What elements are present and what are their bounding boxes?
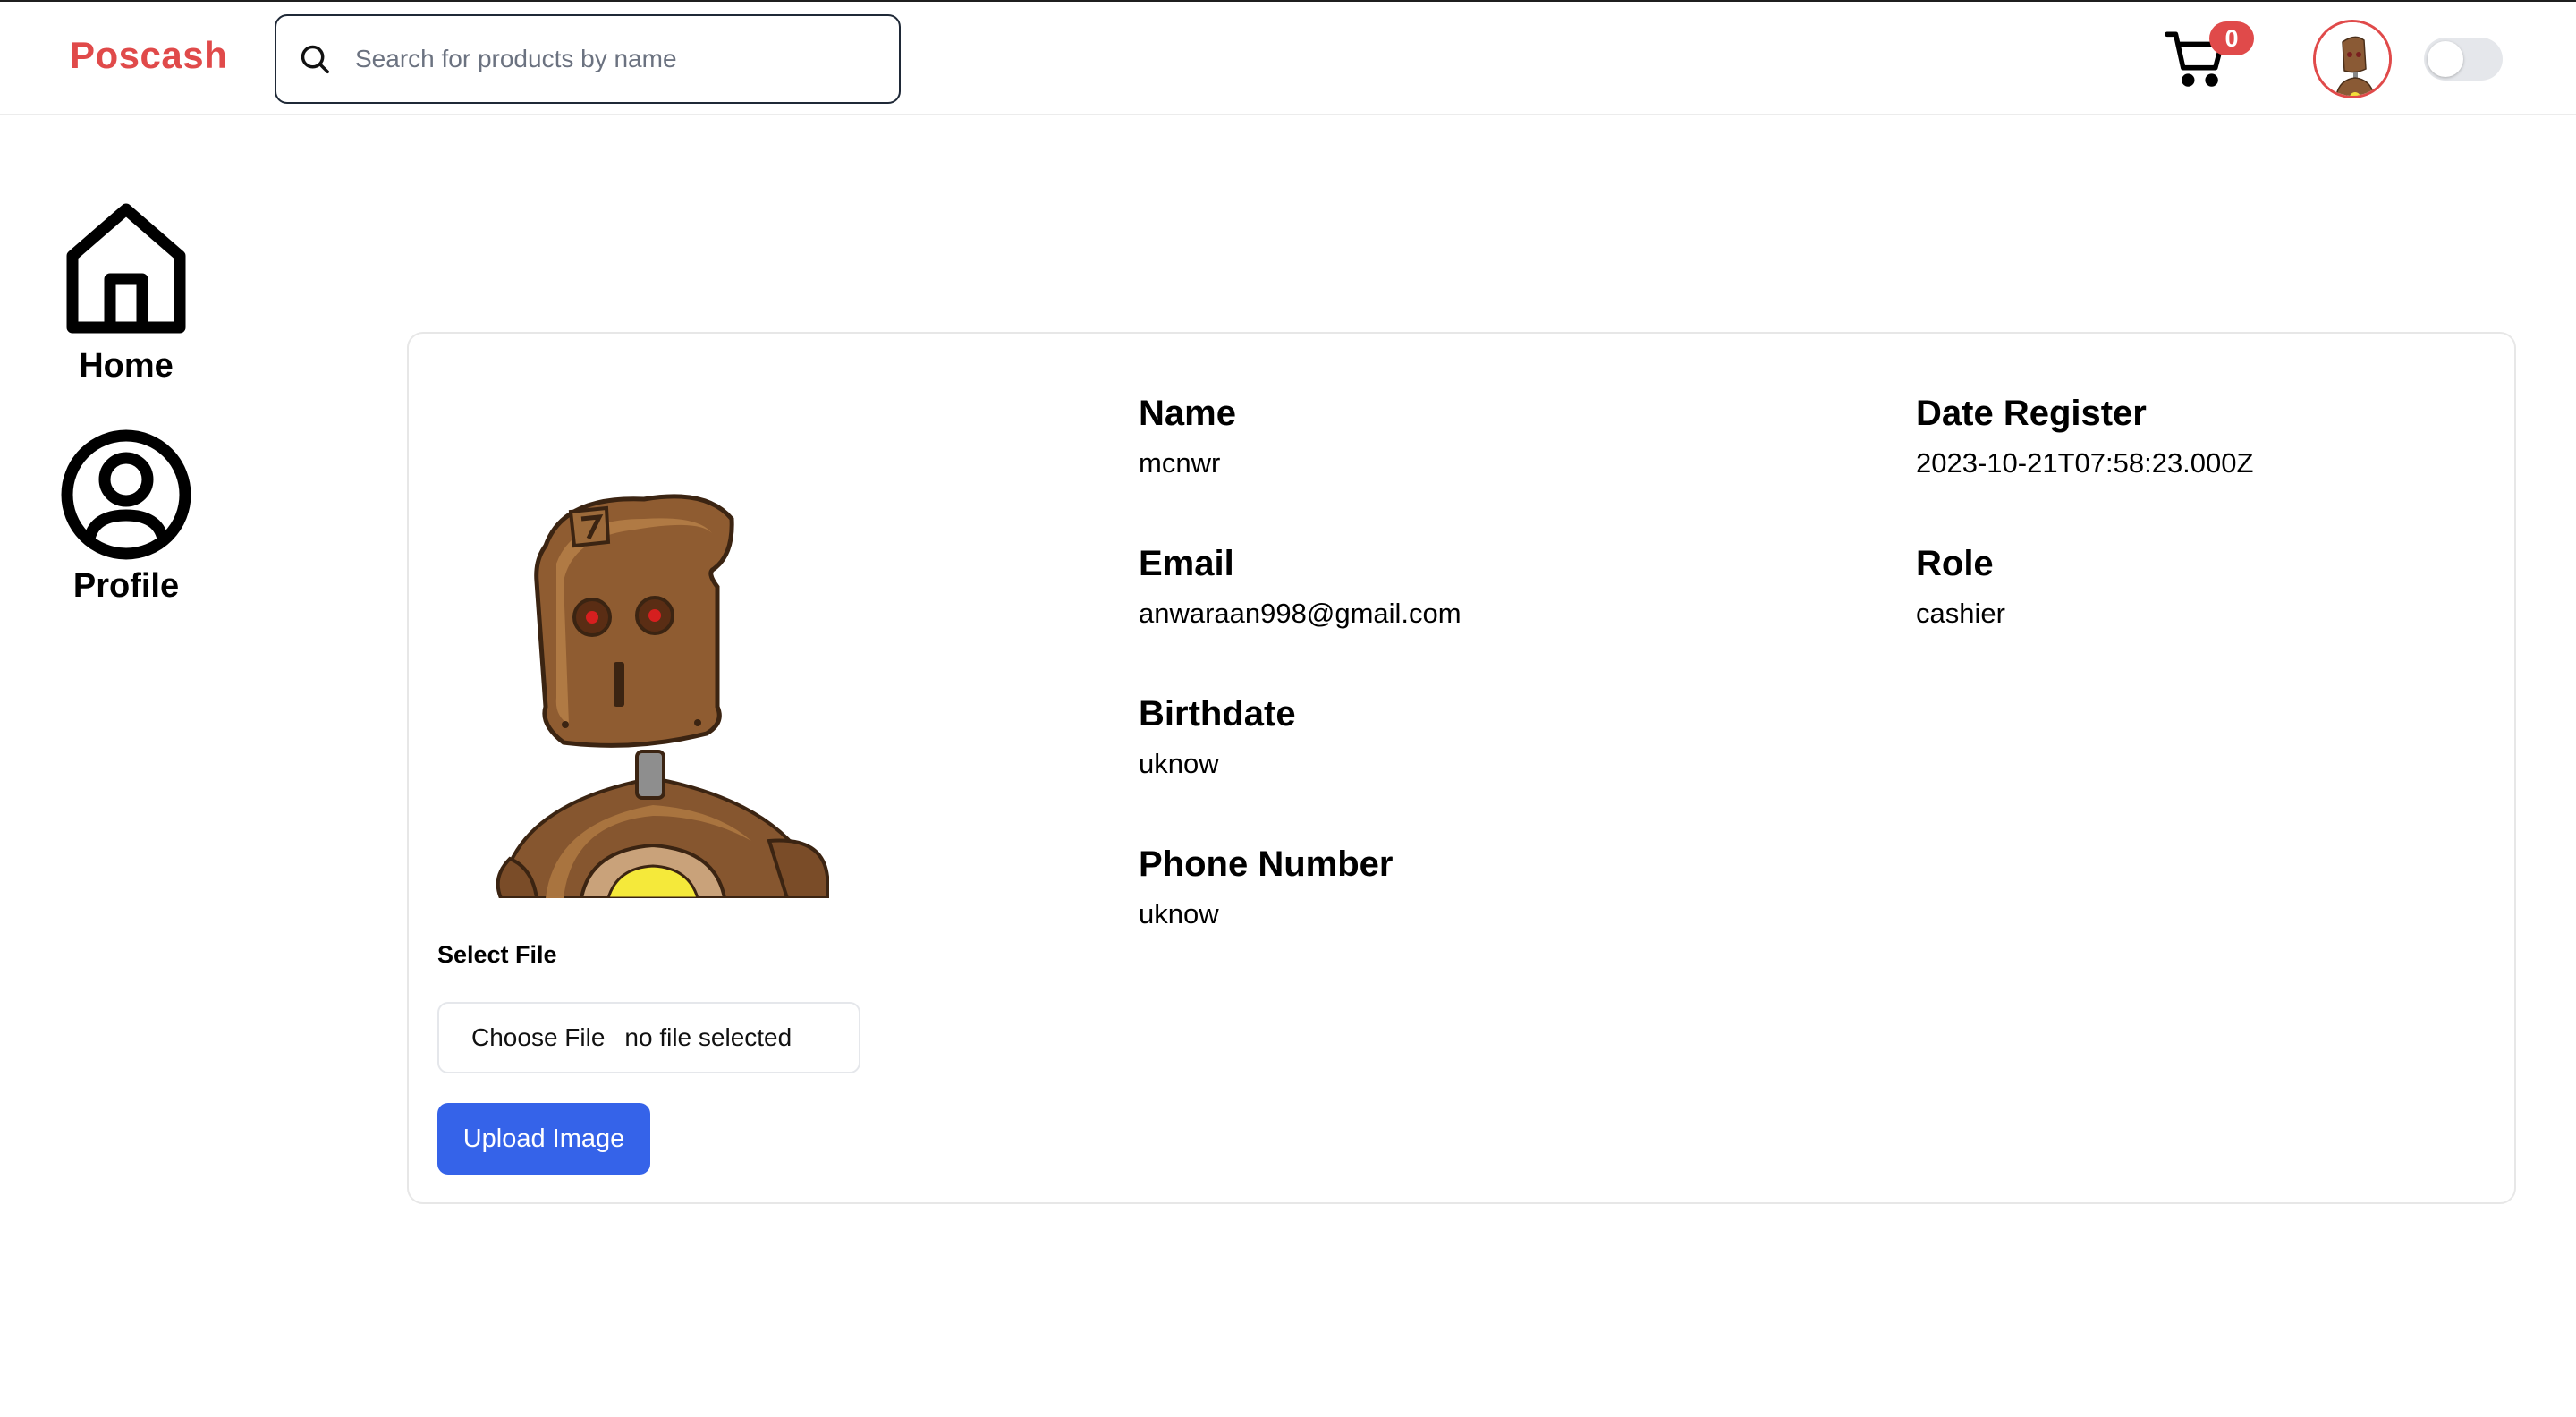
birthdate-label: Birthdate — [1139, 694, 1296, 734]
search-box[interactable] — [275, 14, 901, 104]
email-label: Email — [1139, 544, 1234, 583]
avatar[interactable] — [2313, 20, 2392, 98]
sidebar-item-label: Profile — [72, 567, 180, 605]
home-icon — [66, 203, 186, 334]
date-register-value: 2023-10-21T07:58:23.000Z — [1916, 447, 2254, 479]
sidebar-item-home[interactable]: Home — [36, 202, 216, 386]
toggle-knob — [2428, 41, 2463, 77]
name-value: mcnwr — [1139, 447, 1221, 479]
search-input[interactable] — [355, 45, 856, 73]
search-icon — [301, 45, 329, 73]
phone-value: uknow — [1139, 898, 1219, 929]
file-status-text: no file selected — [624, 1023, 792, 1051]
select-file-label: Select File — [437, 941, 557, 968]
birthdate-value: uknow — [1139, 748, 1219, 779]
role-label: Role — [1916, 544, 1994, 583]
phone-label: Phone Number — [1139, 844, 1394, 884]
upload-image-button[interactable]: Upload Image — [437, 1103, 650, 1175]
sidebar-item-profile[interactable]: Profile — [36, 428, 216, 606]
cart-count-badge: 0 — [2209, 21, 2254, 55]
choose-file-button[interactable]: Choose File — [471, 1023, 605, 1052]
brand-logo[interactable]: Poscash — [70, 34, 227, 77]
theme-toggle[interactable] — [2424, 38, 2503, 81]
robot-avatar-icon — [2316, 22, 2389, 96]
top-bar: Poscash 0 — [0, 0, 2576, 115]
date-register-label: Date Register — [1916, 394, 2147, 433]
profile-image — [483, 483, 841, 898]
name-label: Name — [1139, 394, 1236, 433]
user-circle-icon — [61, 429, 191, 560]
email-value: anwaraan998@gmail.com — [1139, 598, 1462, 629]
sidebar-item-label: Home — [79, 347, 174, 385]
file-input[interactable]: Choose File no file selected — [437, 1002, 860, 1073]
role-value: cashier — [1916, 598, 2005, 629]
